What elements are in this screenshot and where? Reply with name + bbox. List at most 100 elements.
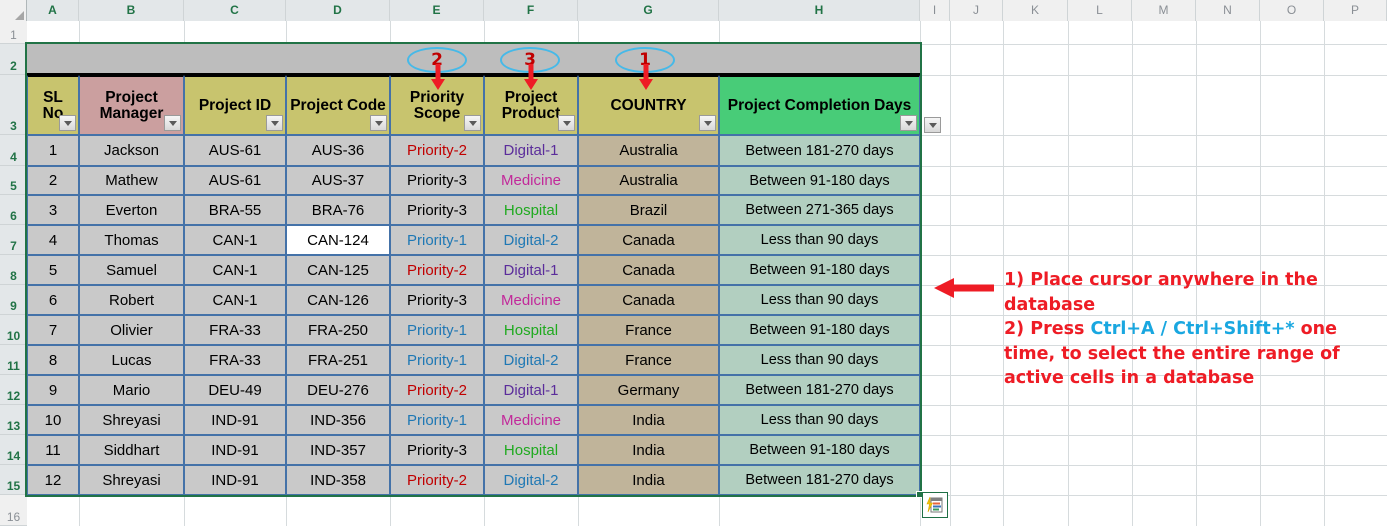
- table-cell-code[interactable]: IND-358: [286, 465, 390, 495]
- table-cell-days[interactable]: Between 181-270 days: [719, 135, 920, 166]
- table-cell-days[interactable]: Less than 90 days: [719, 405, 920, 435]
- table-cell-pid[interactable]: DEU-49: [184, 375, 286, 405]
- table-cell-country[interactable]: Canada: [578, 255, 719, 285]
- column-header-O[interactable]: O: [1260, 0, 1324, 21]
- table-cell-priority[interactable]: Priority-3: [390, 166, 484, 195]
- table-cell-country[interactable]: France: [578, 345, 719, 375]
- table-cell-sl[interactable]: 1: [27, 135, 79, 166]
- table-cell-product[interactable]: Digital-2: [484, 465, 578, 495]
- table-cell-country[interactable]: Australia: [578, 166, 719, 195]
- table-cell-code[interactable]: IND-356: [286, 405, 390, 435]
- column-header-D[interactable]: D: [286, 0, 390, 21]
- row-header-5[interactable]: 5: [0, 166, 27, 195]
- column-header-K[interactable]: K: [1003, 0, 1068, 21]
- filter-dropdown-project-manager[interactable]: [164, 115, 181, 131]
- column-header-P[interactable]: P: [1324, 0, 1387, 21]
- row-header-9[interactable]: 9: [0, 285, 27, 315]
- table-cell-pid[interactable]: IND-91: [184, 405, 286, 435]
- table-cell-manager[interactable]: Mario: [79, 375, 184, 405]
- table-cell-priority[interactable]: Priority-2: [390, 465, 484, 495]
- table-cell-sl[interactable]: 7: [27, 315, 79, 345]
- table-cell-country[interactable]: India: [578, 435, 719, 465]
- table-cell-pid[interactable]: FRA-33: [184, 315, 286, 345]
- column-header-G[interactable]: G: [578, 0, 719, 21]
- quick-analysis-button[interactable]: [922, 492, 948, 518]
- table-cell-sl[interactable]: 2: [27, 166, 79, 195]
- table-cell-pid[interactable]: BRA-55: [184, 195, 286, 225]
- table-cell-country[interactable]: France: [578, 315, 719, 345]
- row-header-11[interactable]: 11: [0, 345, 27, 375]
- table-cell-pid[interactable]: CAN-1: [184, 225, 286, 255]
- table-cell-priority[interactable]: Priority-1: [390, 225, 484, 255]
- row-header-10[interactable]: 10: [0, 315, 27, 345]
- row-header-13[interactable]: 13: [0, 405, 27, 435]
- table-cell-product[interactable]: Digital-1: [484, 135, 578, 166]
- table-cell-sl[interactable]: 10: [27, 405, 79, 435]
- table-cell-product[interactable]: Hospital: [484, 195, 578, 225]
- table-cell-manager[interactable]: Olivier: [79, 315, 184, 345]
- table-cell-product[interactable]: Digital-2: [484, 345, 578, 375]
- table-cell-days[interactable]: Between 181-270 days: [719, 465, 920, 495]
- table-cell-product[interactable]: Digital-2: [484, 225, 578, 255]
- row-header-15[interactable]: 15: [0, 465, 27, 495]
- column-header-F[interactable]: F: [484, 0, 578, 21]
- table-cell-code[interactable]: CAN-126: [286, 285, 390, 315]
- row-header-4[interactable]: 4: [0, 135, 27, 166]
- table-cell-days[interactable]: Less than 90 days: [719, 345, 920, 375]
- column-header-I[interactable]: I: [920, 0, 950, 21]
- table-cell-sl[interactable]: 12: [27, 465, 79, 495]
- table-cell-priority[interactable]: Priority-3: [390, 435, 484, 465]
- table-cell-code[interactable]: IND-357: [286, 435, 390, 465]
- table-cell-days[interactable]: Between 91-180 days: [719, 435, 920, 465]
- table-cell-code[interactable]: FRA-250: [286, 315, 390, 345]
- table-cell-country[interactable]: India: [578, 405, 719, 435]
- column-header-A[interactable]: A: [27, 0, 79, 21]
- table-cell-days[interactable]: Between 271-365 days: [719, 195, 920, 225]
- table-cell-manager[interactable]: Shreyasi: [79, 405, 184, 435]
- table-cell-days[interactable]: Between 91-180 days: [719, 166, 920, 195]
- table-cell-priority[interactable]: Priority-2: [390, 255, 484, 285]
- table-cell-pid[interactable]: CAN-1: [184, 285, 286, 315]
- table-cell-country[interactable]: Australia: [578, 135, 719, 166]
- table-cell-product[interactable]: Medicine: [484, 166, 578, 195]
- table-cell-priority[interactable]: Priority-3: [390, 285, 484, 315]
- table-cell-code[interactable]: AUS-36: [286, 135, 390, 166]
- table-cell-pid[interactable]: AUS-61: [184, 166, 286, 195]
- row-header-3[interactable]: 3: [0, 75, 27, 135]
- table-cell-priority[interactable]: Priority-1: [390, 315, 484, 345]
- table-cell-code[interactable]: DEU-276: [286, 375, 390, 405]
- table-cell-pid[interactable]: IND-91: [184, 465, 286, 495]
- table-cell-pid[interactable]: FRA-33: [184, 345, 286, 375]
- table-cell-days[interactable]: Less than 90 days: [719, 285, 920, 315]
- table-cell-manager[interactable]: Jackson: [79, 135, 184, 166]
- column-header-M[interactable]: M: [1132, 0, 1196, 21]
- table-cell-code[interactable]: AUS-37: [286, 166, 390, 195]
- column-header-L[interactable]: L: [1068, 0, 1132, 21]
- table-cell-code[interactable]: FRA-251: [286, 345, 390, 375]
- filter-dropdown-extra[interactable]: [924, 117, 941, 133]
- table-cell-manager[interactable]: Everton: [79, 195, 184, 225]
- row-header-7[interactable]: 7: [0, 225, 27, 255]
- row-header-14[interactable]: 14: [0, 435, 27, 465]
- table-cell-priority[interactable]: Priority-2: [390, 135, 484, 166]
- table-cell-manager[interactable]: Lucas: [79, 345, 184, 375]
- table-cell-sl[interactable]: 3: [27, 195, 79, 225]
- filter-dropdown-project-product[interactable]: [558, 115, 575, 131]
- table-cell-pid[interactable]: IND-91: [184, 435, 286, 465]
- table-cell-sl[interactable]: 5: [27, 255, 79, 285]
- table-cell-sl[interactable]: 4: [27, 225, 79, 255]
- row-header-2[interactable]: 2: [0, 44, 27, 75]
- row-header-8[interactable]: 8: [0, 255, 27, 285]
- row-header-12[interactable]: 12: [0, 375, 27, 405]
- active-cell[interactable]: CAN-124: [286, 225, 390, 255]
- table-cell-country[interactable]: Germany: [578, 375, 719, 405]
- table-cell-product[interactable]: Medicine: [484, 405, 578, 435]
- table-cell-priority[interactable]: Priority-1: [390, 405, 484, 435]
- table-cell-priority[interactable]: Priority-1: [390, 345, 484, 375]
- select-all-corner[interactable]: [0, 0, 27, 21]
- table-cell-days[interactable]: Between 91-180 days: [719, 255, 920, 285]
- table-cell-sl[interactable]: 9: [27, 375, 79, 405]
- table-cell-sl[interactable]: 8: [27, 345, 79, 375]
- table-cell-days[interactable]: Between 91-180 days: [719, 315, 920, 345]
- table-cell-priority[interactable]: Priority-3: [390, 195, 484, 225]
